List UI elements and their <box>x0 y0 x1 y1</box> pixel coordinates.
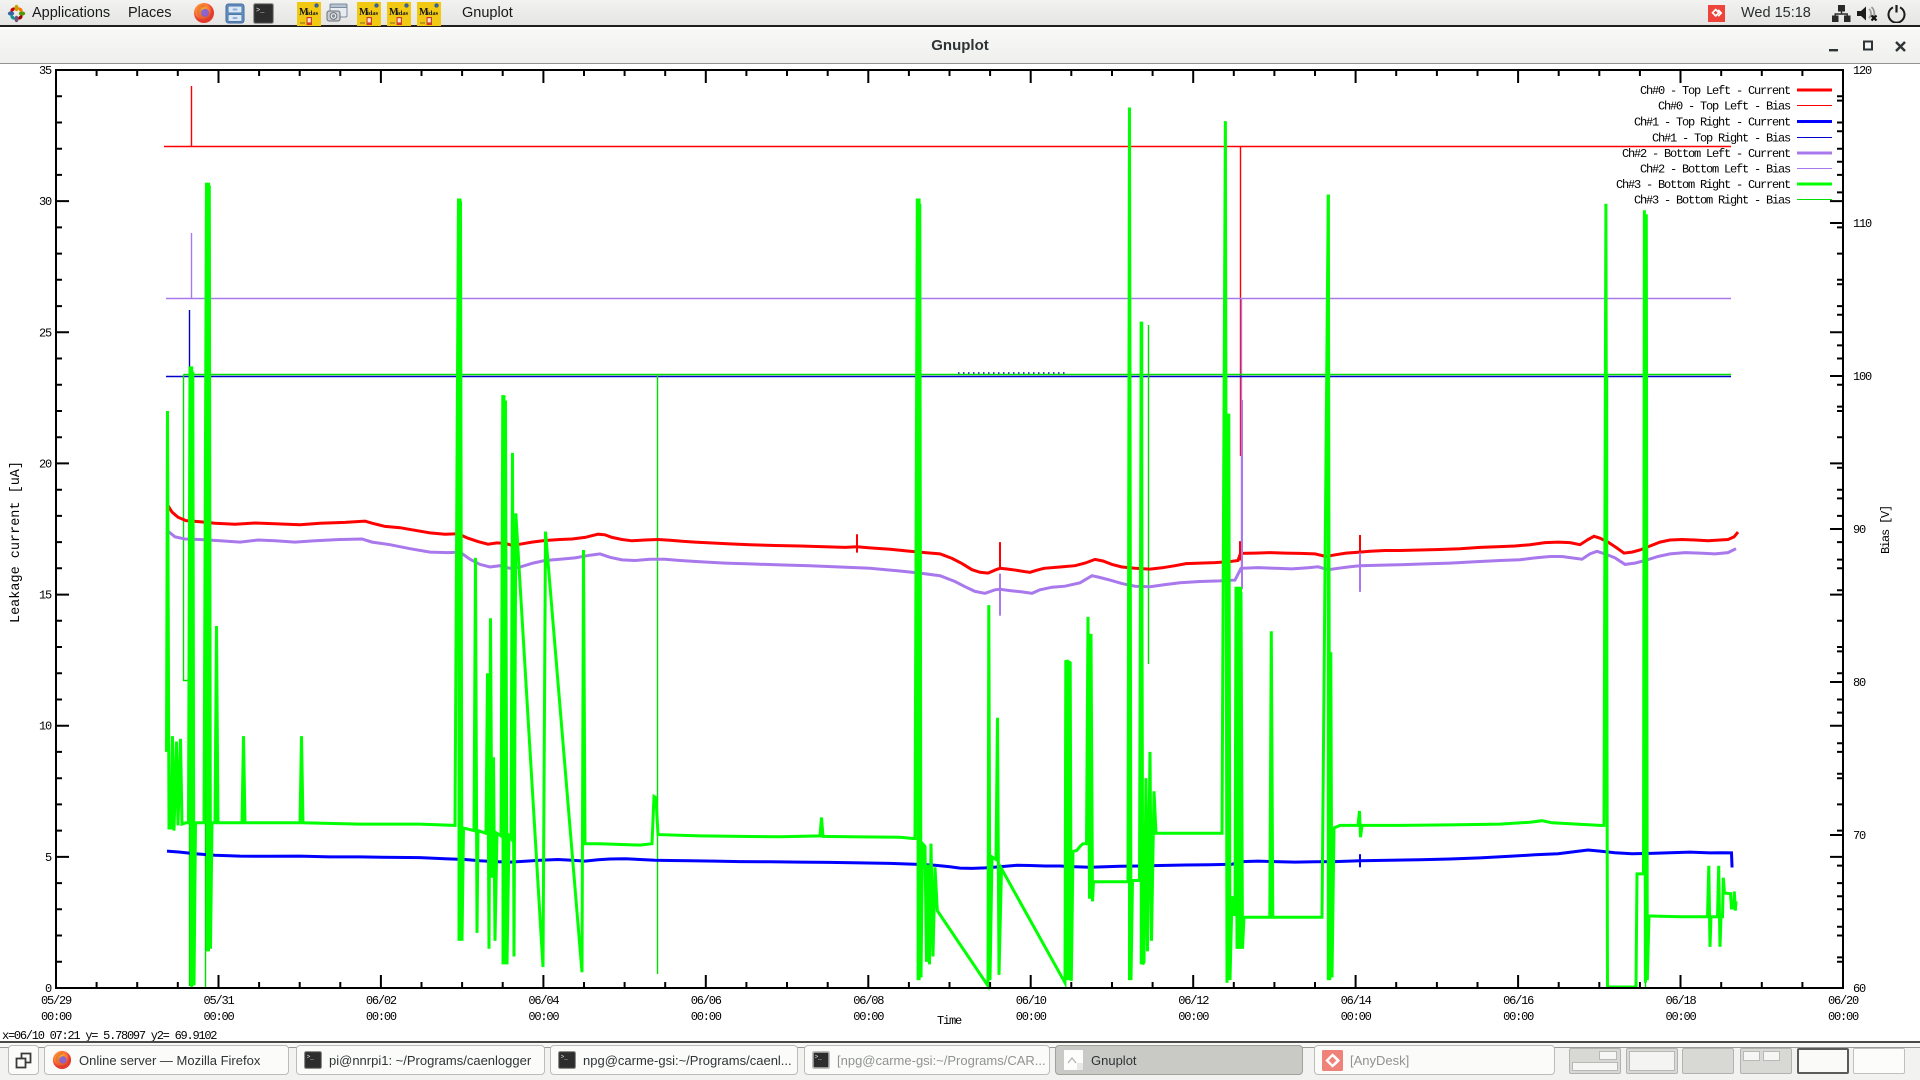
svg-text:30: 30 <box>39 195 52 209</box>
svg-text:00:00: 00:00 <box>203 1010 234 1024</box>
svg-text:00:00: 00:00 <box>1341 1010 1372 1024</box>
svg-text:25: 25 <box>39 326 52 340</box>
svg-text:>_: >_ <box>307 1054 315 1061</box>
svg-text:Ch#0 - Top Left - Bias: Ch#0 - Top Left - Bias <box>1658 100 1791 114</box>
svg-text:Leakage current [uA]: Leakage current [uA] <box>9 461 24 623</box>
svg-text:80: 80 <box>1853 676 1866 690</box>
svg-text:00:00: 00:00 <box>1503 1010 1534 1024</box>
svg-text:06/02: 06/02 <box>366 994 397 1008</box>
svg-text:06/14: 06/14 <box>1341 994 1372 1008</box>
svg-text:06/18: 06/18 <box>1665 994 1696 1008</box>
svg-text:20: 20 <box>39 457 52 471</box>
svg-text:06/04: 06/04 <box>528 994 559 1008</box>
svg-text:06/10: 06/10 <box>1016 994 1047 1008</box>
svg-text:Ch#2 - Bottom Left - Current: Ch#2 - Bottom Left - Current <box>1622 147 1790 161</box>
svg-text:00:00: 00:00 <box>1828 1010 1859 1024</box>
svg-text:05/31: 05/31 <box>203 994 234 1008</box>
svg-text:110: 110 <box>1853 217 1872 231</box>
svg-text:35: 35 <box>39 64 52 78</box>
svg-text:Ch#1 - Top Right - Bias: Ch#1 - Top Right - Bias <box>1652 132 1791 146</box>
svg-text:Time: Time <box>937 1014 962 1028</box>
svg-text:100: 100 <box>1853 370 1872 384</box>
svg-text:Bias [V]: Bias [V] <box>1879 506 1893 554</box>
svg-text:00:00: 00:00 <box>366 1010 397 1024</box>
svg-text:>_: >_ <box>561 1054 569 1061</box>
svg-text:Ch#0 - Top Left - Current: Ch#0 - Top Left - Current <box>1640 84 1790 98</box>
svg-text:00:00: 00:00 <box>853 1010 884 1024</box>
svg-text:5: 5 <box>45 851 52 865</box>
svg-text:06/16: 06/16 <box>1503 994 1534 1008</box>
svg-text:Ch#3 - Bottom Right - Bias: Ch#3 - Bottom Right - Bias <box>1634 194 1791 208</box>
svg-text:06/20: 06/20 <box>1828 994 1859 1008</box>
svg-text:05/29: 05/29 <box>41 994 72 1008</box>
svg-text:Ch#1 - Top Right - Current: Ch#1 - Top Right - Current <box>1634 116 1790 130</box>
svg-text:00:00: 00:00 <box>1016 1010 1047 1024</box>
svg-text:70: 70 <box>1853 829 1866 843</box>
svg-text:Ch#3 - Bottom Right - Current: Ch#3 - Bottom Right - Current <box>1616 178 1790 192</box>
svg-text:06/12: 06/12 <box>1178 994 1209 1008</box>
svg-text:06/06: 06/06 <box>691 994 722 1008</box>
svg-text:00:00: 00:00 <box>41 1010 72 1024</box>
svg-text:90: 90 <box>1853 523 1866 537</box>
svg-text:00:00: 00:00 <box>1665 1010 1696 1024</box>
svg-text:15: 15 <box>39 589 52 603</box>
svg-text:Ch#2 - Bottom Left - Bias: Ch#2 - Bottom Left - Bias <box>1640 163 1791 177</box>
svg-text:00:00: 00:00 <box>1178 1010 1209 1024</box>
svg-text:120: 120 <box>1853 64 1872 78</box>
svg-text:06/08: 06/08 <box>853 994 884 1008</box>
svg-text:00:00: 00:00 <box>528 1010 559 1024</box>
svg-text:00:00: 00:00 <box>691 1010 722 1024</box>
svg-text:>_: >_ <box>815 1054 823 1061</box>
svg-text:10: 10 <box>39 720 52 734</box>
